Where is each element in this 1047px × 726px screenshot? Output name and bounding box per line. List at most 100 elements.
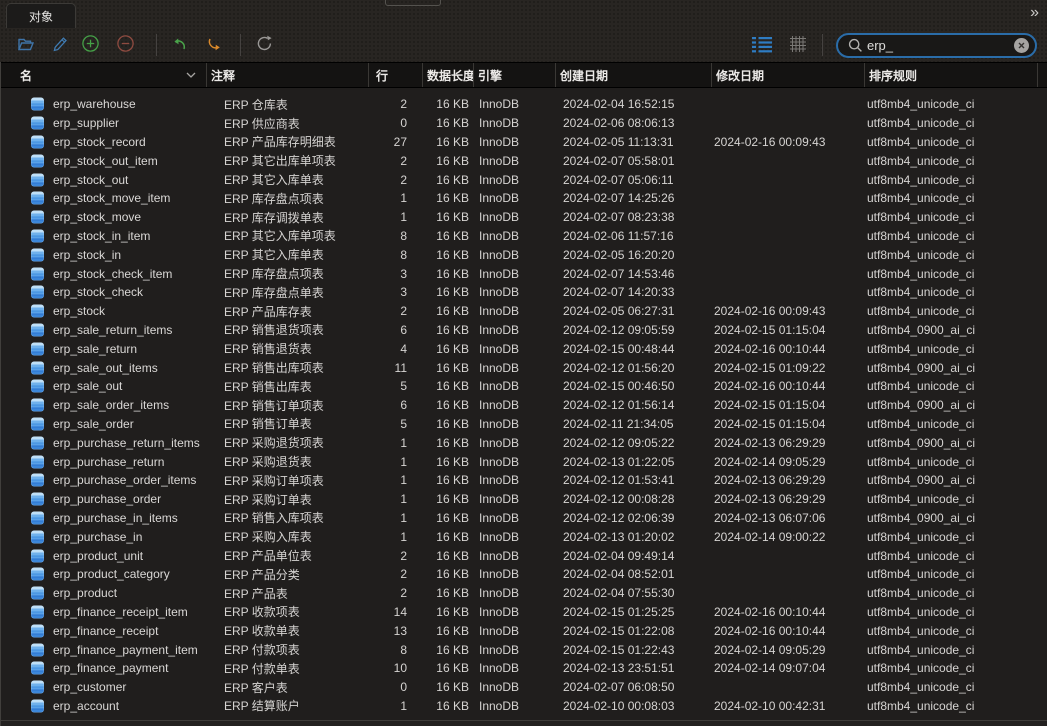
import-wizard-button[interactable] (169, 35, 189, 56)
table-row[interactable]: erp_purchase_returnERP 采购退货表116 KBInnoDB… (1, 452, 1047, 471)
cell-modified: 2024-02-16 00:10:44 (711, 624, 864, 638)
table-row[interactable]: erp_stock_check_itemERP 库存盘点项表316 KBInno… (1, 264, 1047, 283)
table-row[interactable]: erp_purchase_inERP 采购入库表116 KBInnoDB2024… (1, 527, 1047, 546)
table-icon (31, 568, 44, 581)
cell-data_length: 16 KB (422, 661, 473, 675)
column-header-name[interactable]: 名 (1, 63, 206, 87)
column-header-engine[interactable]: 引擎 (473, 63, 555, 87)
cell-collation: utf8mb4_0900_ai_ci (864, 473, 1037, 487)
table-icon (31, 493, 44, 506)
table-row[interactable]: erp_customerERP 客户表016 KBInnoDB2024-02-0… (1, 678, 1047, 697)
cell-created: 2024-02-15 01:25:25 (555, 605, 711, 619)
table-row[interactable]: erp_stock_move_itemERP 库存盘点项表116 KBInnoD… (1, 189, 1047, 208)
column-header-modified[interactable]: 修改日期 (711, 63, 864, 87)
table-row[interactable]: erp_purchase_orderERP 采购订单表116 KBInnoDB2… (1, 490, 1047, 509)
table-icon (31, 286, 44, 299)
table-row[interactable]: erp_productERP 产品表216 KBInnoDB2024-02-04… (1, 584, 1047, 603)
table-row[interactable]: erp_sale_returnERP 销售退货表416 KBInnoDB2024… (1, 339, 1047, 358)
cell-modified: 2024-02-14 09:00:22 (711, 530, 864, 544)
export-wizard-button[interactable] (205, 35, 225, 56)
table-row[interactable]: erp_warehouseERP 仓库表216 KBInnoDB2024-02-… (1, 95, 1047, 114)
table-row[interactable]: erp_supplierERP 供应商表016 KBInnoDB2024-02-… (1, 114, 1047, 133)
cell-collation: utf8mb4_unicode_ci (864, 135, 1037, 149)
table-row[interactable]: erp_finance_receipt_itemERP 收款项表1416 KBI… (1, 603, 1047, 622)
search-input[interactable] (863, 38, 1014, 53)
cell-collation: utf8mb4_unicode_ci (864, 229, 1037, 243)
cell-comment: ERP 产品单位表 (206, 547, 368, 564)
table-row[interactable]: erp_stock_checkERP 库存盘点单表316 KBInnoDB202… (1, 283, 1047, 302)
table-row[interactable]: erp_purchase_order_itemsERP 采购订单项表116 KB… (1, 471, 1047, 490)
table-row[interactable]: erp_sale_orderERP 销售订单表516 KBInnoDB2024-… (1, 415, 1047, 434)
cell-created: 2024-02-04 08:52:01 (555, 567, 711, 581)
table-icon (31, 417, 44, 430)
table-icon (31, 135, 44, 148)
table-row[interactable]: erp_finance_receiptERP 收款单表1316 KBInnoDB… (1, 621, 1047, 640)
table-row[interactable]: erp_accountERP 结算账户116 KBInnoDB2024-02-1… (1, 697, 1047, 716)
cell-data_length: 16 KB (422, 323, 473, 337)
cell-collation: utf8mb4_unicode_ci (864, 455, 1037, 469)
table-row[interactable]: erp_purchase_in_itemsERP 销售入库项表116 KBInn… (1, 509, 1047, 528)
table-row[interactable]: erp_stock_inERP 其它入库单表816 KBInnoDB2024-0… (1, 245, 1047, 264)
table-row[interactable]: erp_finance_paymentERP 付款单表1016 KBInnoDB… (1, 659, 1047, 678)
cell-comment: ERP 采购退货项表 (206, 434, 368, 451)
cell-rows: 1 (368, 455, 422, 469)
table-name-label: erp_sale_order_items (53, 398, 169, 412)
table-row[interactable]: erp_sale_out_itemsERP 销售出库项表1116 KBInnoD… (1, 358, 1047, 377)
cell-created: 2024-02-13 01:22:05 (555, 455, 711, 469)
open-table-button[interactable] (16, 35, 36, 56)
table-row[interactable]: erp_stock_in_itemERP 其它入库单项表816 KBInnoDB… (1, 227, 1047, 246)
tab-overflow-chevrons-icon[interactable]: » (1030, 2, 1039, 24)
cell-data_length: 16 KB (422, 304, 473, 318)
grid-view-icon (790, 36, 806, 55)
clear-search-button[interactable] (1014, 38, 1029, 53)
cell-comment: ERP 库存盘点项表 (206, 265, 368, 282)
cell-engine: InnoDB (473, 342, 555, 356)
grid-view-button[interactable] (790, 36, 806, 55)
cell-collation: utf8mb4_unicode_ci (864, 530, 1037, 544)
search-field[interactable] (836, 33, 1037, 58)
table-row[interactable]: erp_stock_recordERP 产品库存明细表2716 KBInnoDB… (1, 133, 1047, 152)
cell-rows: 1 (368, 511, 422, 525)
column-header-created[interactable]: 创建日期 (555, 63, 711, 87)
column-header-rows[interactable]: 行 (368, 63, 422, 87)
table-row[interactable]: erp_product_categoryERP 产品分类216 KBInnoDB… (1, 565, 1047, 584)
table-row[interactable]: erp_sale_outERP 销售出库表516 KBInnoDB2024-02… (1, 377, 1047, 396)
pencil-icon (51, 34, 70, 56)
table-row[interactable]: erp_stock_moveERP 库存调拨单表116 KBInnoDB2024… (1, 208, 1047, 227)
cell-engine: InnoDB (473, 398, 555, 412)
cell-collation: utf8mb4_unicode_ci (864, 567, 1037, 581)
new-table-button[interactable] (81, 34, 100, 56)
cell-engine: InnoDB (473, 624, 555, 638)
table-icon (31, 662, 44, 675)
table-row[interactable]: erp_purchase_return_itemsERP 采购退货项表116 K… (1, 433, 1047, 452)
column-header-data_length[interactable]: 数据长度 (422, 63, 473, 87)
cell-created: 2024-02-11 21:34:05 (555, 417, 711, 431)
refresh-button[interactable] (255, 34, 274, 56)
table-name-label: erp_purchase_in (53, 530, 142, 544)
cell-name: erp_purchase_order_items (1, 473, 206, 487)
cell-collation: utf8mb4_unicode_ci (864, 605, 1037, 619)
column-header-label: 注释 (211, 67, 235, 84)
table-row[interactable]: erp_finance_payment_itemERP 付款项表816 KBIn… (1, 640, 1047, 659)
column-header-comment[interactable]: 注释 (206, 63, 368, 87)
table-icon (31, 699, 44, 712)
table-name-label: erp_warehouse (53, 97, 136, 111)
list-view-button[interactable] (751, 35, 773, 56)
table-name-label: erp_stock_check_item (53, 267, 172, 281)
cell-created: 2024-02-04 16:52:15 (555, 97, 711, 111)
table-row[interactable]: erp_stock_outERP 其它入库单表216 KBInnoDB2024-… (1, 170, 1047, 189)
column-header-collation[interactable]: 排序规则 (864, 63, 1037, 87)
cell-comment: ERP 销售退货项表 (206, 321, 368, 338)
cell-rows: 1 (368, 473, 422, 487)
table-icon (31, 511, 44, 524)
table-row[interactable]: erp_stock_out_itemERP 其它出库单项表216 KBInnoD… (1, 151, 1047, 170)
cell-engine: InnoDB (473, 455, 555, 469)
table-row[interactable]: erp_product_unitERP 产品单位表216 KBInnoDB202… (1, 546, 1047, 565)
table-row[interactable]: erp_stockERP 产品库存表216 KBInnoDB2024-02-05… (1, 302, 1047, 321)
table-name-label: erp_product_category (53, 567, 170, 581)
delete-table-button[interactable] (116, 34, 135, 56)
tab-objects[interactable]: 对象 (6, 3, 76, 28)
design-table-button[interactable] (51, 34, 70, 56)
table-row[interactable]: erp_sale_order_itemsERP 销售订单项表616 KBInno… (1, 396, 1047, 415)
table-row[interactable]: erp_sale_return_itemsERP 销售退货项表616 KBInn… (1, 321, 1047, 340)
